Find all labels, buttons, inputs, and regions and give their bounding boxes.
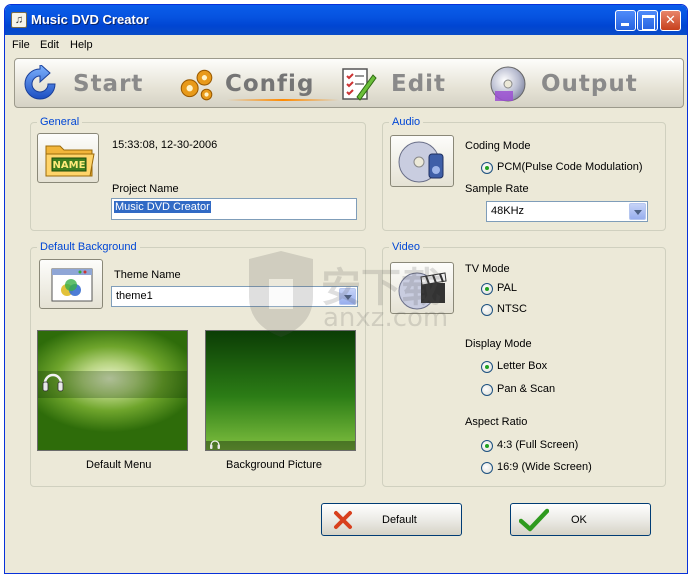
video-group: Video TV Mode PAL NTSC Display Mode Lett… bbox=[382, 241, 666, 487]
background-preview-strip bbox=[206, 441, 355, 450]
theme-name-dropdown[interactable]: theme1 bbox=[111, 286, 358, 307]
display-mode-label: Display Mode bbox=[465, 338, 532, 350]
toolbar-output-button[interactable]: Output bbox=[489, 61, 659, 105]
toolbar-edit-label: Edit bbox=[391, 71, 447, 97]
toolbar-start-button[interactable]: Start bbox=[21, 61, 171, 105]
checklist-pencil-icon bbox=[342, 68, 377, 101]
radio-indicator bbox=[481, 162, 493, 174]
radio-indicator bbox=[481, 462, 493, 474]
menu-file[interactable]: File bbox=[12, 39, 30, 51]
gears-icon bbox=[180, 69, 213, 101]
display-mode-letterbox-label: Letter Box bbox=[497, 360, 548, 372]
menu-help[interactable]: Help bbox=[70, 39, 93, 51]
menu-bar: File Edit Help bbox=[5, 36, 687, 55]
default-button-label: Default bbox=[382, 514, 417, 526]
app-icon: ♫ bbox=[11, 12, 27, 28]
ok-button-label: OK bbox=[571, 514, 587, 526]
tv-mode-ntsc-label: NTSC bbox=[497, 303, 527, 315]
sample-rate-label: Sample Rate bbox=[465, 183, 529, 195]
toolbar-config-label: Config bbox=[225, 71, 315, 97]
app-window: ♫ Music DVD Creator ✕ File Edit Help Sta… bbox=[4, 4, 688, 574]
red-x-icon bbox=[334, 511, 352, 529]
theme-icon-button[interactable] bbox=[39, 259, 103, 309]
video-icon-button[interactable] bbox=[390, 262, 454, 314]
headphones-icon bbox=[42, 373, 64, 392]
default-menu-label: Default Menu bbox=[86, 459, 152, 471]
aspect-ratio-16-9-label: 16:9 (Wide Screen) bbox=[497, 461, 592, 473]
minimize-button[interactable] bbox=[615, 10, 636, 31]
display-mode-panscan-label: Pan & Scan bbox=[497, 383, 556, 395]
maximize-button[interactable] bbox=[637, 10, 658, 31]
video-legend: Video bbox=[389, 241, 423, 253]
radio-indicator bbox=[481, 304, 493, 316]
background-picture-label: Background Picture bbox=[226, 459, 322, 471]
title-bar[interactable]: ♫ Music DVD Creator ✕ bbox=[5, 5, 687, 35]
aspect-ratio-label: Aspect Ratio bbox=[465, 416, 528, 428]
disc-icon bbox=[490, 66, 526, 102]
general-legend: General bbox=[37, 116, 83, 128]
project-name-field[interactable]: Music DVD Creator bbox=[111, 198, 357, 220]
refresh-arrow-icon bbox=[24, 65, 56, 100]
menu-edit[interactable]: Edit bbox=[40, 39, 59, 51]
chevron-down-icon[interactable] bbox=[339, 288, 356, 305]
ok-button[interactable]: OK bbox=[510, 503, 651, 536]
audio-icon-button[interactable] bbox=[390, 135, 454, 187]
theme-name-label: Theme Name bbox=[114, 269, 181, 281]
default-background-group: Default Background Theme Name theme1 Def… bbox=[30, 241, 366, 487]
audio-legend: Audio bbox=[389, 116, 424, 128]
theme-name-value: theme1 bbox=[116, 290, 153, 302]
audio-group: Audio Coding Mode PCM(Pulse Code Modulat… bbox=[382, 116, 666, 231]
green-check-icon bbox=[519, 508, 549, 532]
chevron-down-icon[interactable] bbox=[629, 203, 646, 220]
default-button[interactable]: Default bbox=[321, 503, 462, 536]
coding-mode-label: Coding Mode bbox=[465, 140, 531, 152]
default-menu-preview[interactable] bbox=[37, 330, 188, 451]
close-button[interactable]: ✕ bbox=[660, 10, 681, 31]
toolbar-edit-button[interactable]: Edit bbox=[339, 61, 489, 105]
coding-mode-option-label: PCM(Pulse Code Modulation) bbox=[497, 161, 643, 173]
tv-mode-pal-label: PAL bbox=[497, 282, 517, 294]
default-background-legend: Default Background bbox=[37, 241, 140, 253]
radio-indicator bbox=[481, 440, 493, 452]
toolbar-start-label: Start bbox=[73, 71, 144, 97]
toolbar-output-label: Output bbox=[541, 71, 638, 97]
background-picture-preview[interactable] bbox=[205, 330, 356, 451]
radio-indicator bbox=[481, 384, 493, 396]
radio-indicator bbox=[481, 361, 493, 373]
sample-rate-value: 48KHz bbox=[491, 205, 525, 217]
main-toolbar: Start Config Edit Output bbox=[14, 58, 684, 108]
clapperboard-icon bbox=[398, 272, 447, 310]
tv-mode-label: TV Mode bbox=[465, 263, 510, 275]
project-timestamp: 15:33:08, 12-30-2006 bbox=[112, 139, 218, 151]
aspect-ratio-4-3-label: 4:3 (Full Screen) bbox=[497, 439, 579, 451]
theme-window-icon bbox=[51, 268, 93, 302]
speaker-disc-icon bbox=[398, 141, 444, 183]
window-title: Music DVD Creator bbox=[31, 12, 149, 27]
project-name-icon-button[interactable]: NAME bbox=[37, 133, 99, 183]
name-icon-text: NAME bbox=[53, 160, 86, 171]
active-tab-underline bbox=[227, 99, 339, 101]
toolbar-config-button[interactable]: Config bbox=[175, 61, 339, 105]
name-folder-icon: NAME bbox=[45, 145, 95, 177]
project-name-value: Music DVD Creator bbox=[114, 201, 211, 213]
project-name-label: Project Name bbox=[112, 183, 179, 195]
sample-rate-dropdown[interactable]: 48KHz bbox=[486, 201, 648, 222]
headphones-icon bbox=[210, 440, 220, 449]
radio-indicator bbox=[481, 283, 493, 295]
general-group: General NAME 15:33:08, 12-30-2006 Projec… bbox=[30, 116, 366, 231]
